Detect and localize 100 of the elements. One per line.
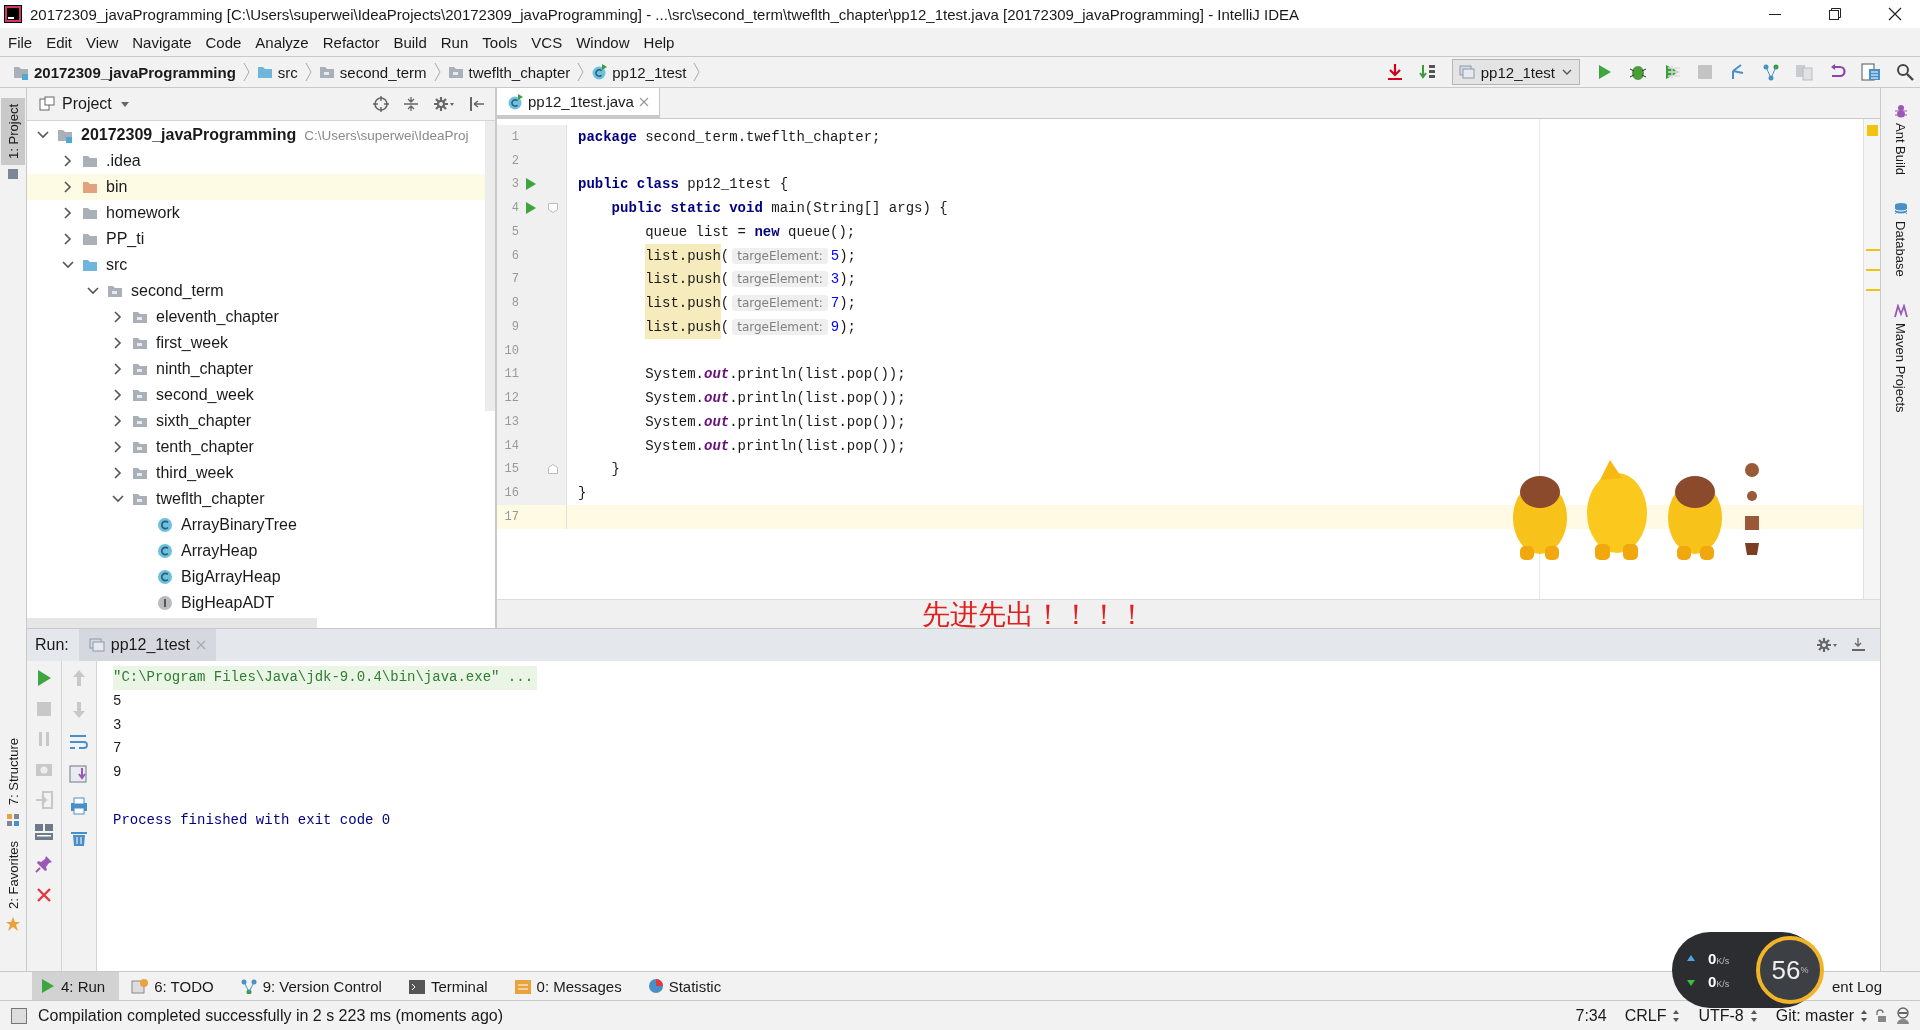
menu-item[interactable]: Edit [39,31,80,53]
run-icon[interactable] [36,669,52,687]
run-configuration-dropdown[interactable]: pp12_1test [1451,59,1580,85]
tree-item[interactable]: sixth_chapter [27,408,485,434]
menu-item[interactable]: Help [636,31,682,53]
tree-item[interactable]: PP_ti [27,226,485,252]
warning-marker[interactable] [1866,289,1880,291]
menu-item[interactable]: Run [433,31,476,53]
menu-item[interactable]: Navigate [125,31,199,53]
tree-item[interactable]: eleventh_chapter [27,304,485,330]
breadcrumb[interactable]: second_term [315,63,430,81]
print-icon[interactable] [69,797,89,815]
search-icon[interactable] [1896,63,1914,81]
database-icon[interactable] [1893,202,1908,217]
vcs-branch-selector[interactable]: Git: master [1775,1006,1854,1025]
menu-item[interactable]: Tools [475,31,525,53]
run-tab[interactable]: pp12_1test [78,629,216,661]
tree-item[interactable]: homework [27,200,485,226]
tree-item[interactable]: 20172309_javaProgramming C:\Users\superwei\IdeaProj [27,122,485,148]
structure-icon[interactable] [6,813,20,828]
restore-icon[interactable] [1828,7,1842,21]
tool-tab[interactable]: Statistic [639,972,736,1000]
inspector-icon[interactable] [1894,1006,1912,1025]
lock-icon[interactable] [1874,1008,1888,1023]
hide-panel-icon[interactable] [469,96,485,112]
tool-tab[interactable]: 9: Version Control [231,972,396,1000]
editor-tab[interactable]: pp12_1test.java [497,88,660,118]
star-icon[interactable] [6,917,20,931]
breadcrumb[interactable]: src [253,63,301,81]
line-separator-selector[interactable]: CRLF [1624,1006,1667,1025]
maven-icon[interactable] [1893,303,1908,318]
tree-item[interactable]: second_week [27,382,485,408]
breadcrumb[interactable]: pp12_1test [588,63,690,81]
tool-window-button[interactable]: Ant Build [1893,121,1908,181]
tool-tab[interactable]: 6: TODO [123,972,228,1000]
tool-window-button[interactable]: Maven Projects [1893,320,1908,418]
run-icon[interactable] [525,201,537,216]
ant-icon[interactable] [1893,104,1908,118]
pin-icon[interactable] [35,855,53,873]
crosshair-icon[interactable] [373,96,389,112]
close-icon[interactable] [1888,7,1902,21]
run-icon[interactable] [525,177,537,192]
event-log-button[interactable]: ent Log [1831,977,1882,995]
tool-window-button[interactable]: 1: Project [1,98,25,165]
coverage-icon[interactable] [1663,63,1681,81]
panel-title[interactable]: Project [62,95,112,113]
sort-binary-icon[interactable] [1418,63,1437,81]
settings-icon[interactable] [433,96,455,112]
menu-item[interactable]: Refactor [315,31,387,53]
layout-icon[interactable] [34,823,54,841]
menu-item[interactable]: Analyze [248,31,316,53]
tree-item[interactable]: ArrayHeap [27,538,485,564]
scrollbar[interactable] [27,618,317,628]
scroll-to-end-icon[interactable] [69,765,89,783]
tool-tab[interactable]: 0: Messages [505,972,636,1000]
tree-item[interactable]: bin [27,174,485,200]
updown-arrows-icon[interactable] [1672,1008,1681,1023]
menu-item[interactable]: Build [386,31,434,53]
tree-item[interactable]: tweflth_chapter [27,486,485,512]
soft-wrap-icon[interactable] [69,733,89,751]
settings-icon[interactable] [1816,637,1838,653]
tool-tab[interactable]: 4: Run [32,972,120,1000]
tree-item[interactable]: tenth_chapter [27,434,485,460]
warning-marker[interactable] [1866,269,1880,271]
updown-arrows-icon[interactable] [1749,1008,1758,1023]
trash-icon[interactable] [70,829,88,847]
warning-marker[interactable] [1866,249,1880,251]
menu-item[interactable]: Window [569,31,637,53]
tree-item[interactable]: BigHeapADT [27,590,485,616]
encoding-selector[interactable]: UTF-8 [1698,1006,1744,1025]
tree-item[interactable]: ninth_chapter [27,356,485,382]
tree-item[interactable]: .idea [27,148,485,174]
vcs-commit-icon[interactable] [1762,63,1780,81]
tree-item[interactable]: BigArrayHeap [27,564,485,590]
tree-item[interactable]: src [27,252,485,278]
breadcrumb[interactable]: 20172309_javaProgramming [10,63,239,81]
project-icon[interactable] [6,166,20,181]
tree-item[interactable]: first_week [27,330,485,356]
tree-item[interactable]: ArrayBinaryTree [27,512,485,538]
breadcrumb[interactable]: tweflth_chapter [444,63,574,81]
project-structure-icon[interactable] [1861,63,1881,81]
collapse-icon[interactable] [403,96,419,112]
menu-item[interactable]: VCS [524,31,570,53]
menu-item[interactable]: Code [198,31,249,53]
tool-tab[interactable]: Terminal [399,972,502,1000]
caret-position[interactable]: 7:34 [1575,1006,1607,1025]
scrollbar[interactable] [485,121,495,411]
download-arrow-icon[interactable] [1385,63,1404,81]
code-line: System.out.println(list.pop()); [644,436,906,456]
menu-item[interactable]: File [1,31,40,53]
updown-arrows-icon[interactable] [1860,1008,1868,1023]
tree-item[interactable]: third_week [27,460,485,486]
menu-item[interactable]: View [79,31,126,53]
tool-window-button[interactable]: 7: Structure [1,731,25,812]
tool-window-button[interactable]: 2: Favorites [1,835,25,915]
checkbox-icon[interactable] [10,1006,28,1025]
tree-item[interactable]: second_term [27,278,485,304]
bug-icon[interactable] [1628,63,1648,81]
tool-window-button[interactable]: Database [1893,219,1908,282]
minimize-panel-icon[interactable] [1850,637,1866,653]
